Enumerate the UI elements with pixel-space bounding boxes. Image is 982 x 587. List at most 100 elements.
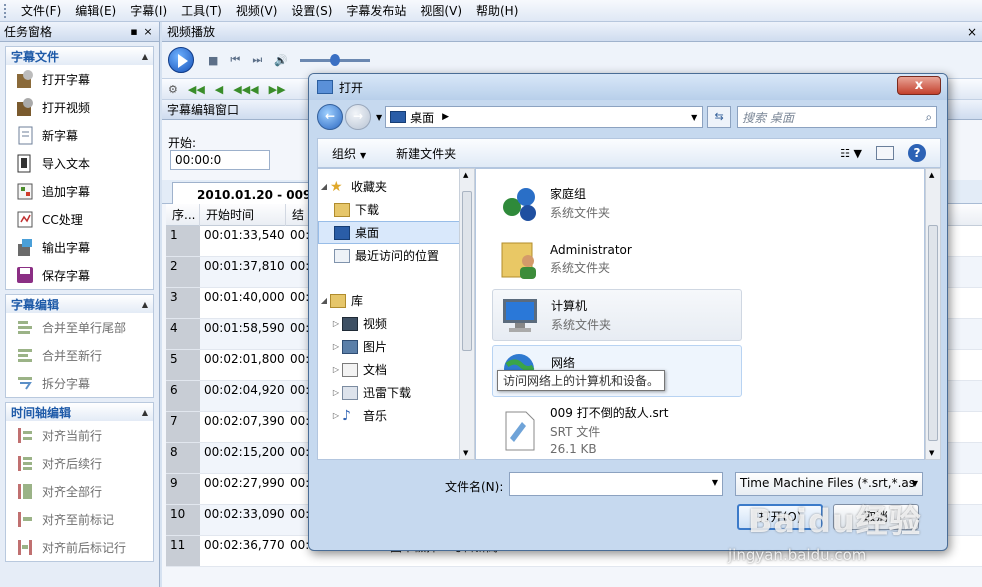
item-align-all[interactable]: 对齐全部行 — [6, 477, 153, 505]
nav-documents[interactable]: ▷ 文档 — [318, 358, 473, 381]
volume-slider[interactable] — [299, 53, 370, 66]
scroll-up-icon[interactable]: ▲ — [463, 171, 468, 179]
file-item-homegroup[interactable]: 家庭组 系统文件夹 — [492, 177, 742, 229]
item-append-subtitle[interactable]: 追加字幕 — [6, 177, 153, 205]
expand-arrow-icon[interactable]: ▷ — [330, 411, 342, 420]
refresh-button[interactable]: ⇆ — [707, 106, 732, 128]
rewind-icon[interactable]: ◀◀ — [188, 83, 205, 96]
collapse-icon[interactable]: ▲ — [142, 52, 148, 61]
breadcrumb-arrow-icon[interactable]: ▶ — [442, 112, 449, 122]
play-button[interactable] — [168, 47, 194, 73]
dialog-close-button[interactable]: x — [897, 76, 941, 95]
scroll-down-icon[interactable]: ▼ — [463, 449, 468, 457]
menu-edit[interactable]: 编辑(E) — [68, 0, 123, 22]
video-close-icon[interactable]: × — [967, 25, 977, 39]
scroll-thumb[interactable] — [462, 191, 472, 351]
nav-libraries[interactable]: ◢ 库 — [318, 289, 473, 312]
item-align-following[interactable]: 对齐后续行 — [6, 449, 153, 477]
nav-thunder-downloads[interactable]: ▷ 迅雷下载 — [318, 381, 473, 404]
item-open-subtitle[interactable]: 打开字幕 — [6, 65, 153, 93]
item-align-between-marks[interactable]: 对齐前后标记行 — [6, 533, 153, 561]
nav-favorites[interactable]: ◢ ★ 收藏夹 — [318, 175, 473, 198]
item-merge-line-end[interactable]: 合并至单行尾部 — [6, 313, 153, 341]
col-start[interactable]: 开始时间 — [200, 203, 286, 226]
settings-icon[interactable]: ⚙ — [168, 83, 178, 96]
item-new-subtitle[interactable]: 新字幕 — [6, 121, 153, 149]
row-start-time: 00:02:04,920 — [204, 383, 285, 397]
next-icon[interactable]: ⏭ — [252, 53, 262, 67]
menu-file[interactable]: 文件(F) — [14, 0, 68, 22]
expand-arrow-icon[interactable]: ▷ — [330, 388, 342, 397]
back-button[interactable]: ← — [317, 104, 343, 130]
back-fast-icon[interactable]: ◀◀◀ — [233, 83, 258, 96]
scroll-down-icon[interactable]: ▼ — [929, 449, 934, 457]
group-header[interactable]: 字幕文件 ▲ — [6, 47, 153, 65]
dialog-command-bar: 组织 ▼ 新建文件夹 ☷ ▼ ? — [317, 138, 941, 168]
menu-publish[interactable]: 字幕发布站 — [339, 0, 413, 22]
stop-icon[interactable]: ■ — [208, 54, 218, 67]
item-output-subtitle[interactable]: 输出字幕 — [6, 233, 153, 261]
file-item-administrator[interactable]: Administrator 系统文件夹 — [492, 233, 742, 285]
collapse-icon[interactable]: ▲ — [142, 300, 148, 309]
history-dropdown-icon[interactable]: ▼ — [376, 113, 382, 122]
menu-subtitle[interactable]: 字幕(I) — [123, 0, 174, 22]
task-pane-close-icon[interactable]: × — [141, 25, 155, 38]
nav-pictures[interactable]: ▷ 图片 — [318, 335, 473, 358]
filetype-select[interactable]: Time Machine Files (*.srt,*.as ▼ — [735, 472, 923, 496]
search-input[interactable]: 搜索 桌面 ⌕ — [737, 106, 938, 128]
nav-videos[interactable]: ▷ 视频 — [318, 312, 473, 335]
help-icon[interactable]: ? — [908, 144, 926, 162]
row-start-time: 00:01:40,000 — [204, 290, 285, 304]
menu-video[interactable]: 视频(V) — [229, 0, 285, 22]
view-options-icon[interactable]: ☷ ▼ — [840, 147, 862, 160]
menu-tools[interactable]: 工具(T) — [174, 0, 229, 22]
expand-arrow-icon[interactable]: ▷ — [330, 319, 342, 328]
menu-view[interactable]: 视图(V) — [413, 0, 469, 22]
menu-help[interactable]: 帮助(H) — [469, 0, 525, 22]
item-import-text[interactable]: 导入文本 — [6, 149, 153, 177]
start-time-input[interactable]: 00:00:0 — [170, 150, 270, 170]
expand-arrow-icon[interactable]: ▷ — [330, 365, 342, 374]
forward-button[interactable]: → — [345, 104, 371, 130]
prev-icon[interactable]: ⏮ — [230, 53, 240, 67]
volume-icon[interactable]: 🔊 — [274, 54, 288, 67]
navigation-scrollbar[interactable]: ▲ ▼ — [459, 168, 475, 460]
filename-dropdown-icon[interactable]: ▼ — [712, 478, 718, 487]
col-index[interactable]: 序... — [166, 203, 200, 226]
filename-input[interactable]: ▼ — [509, 472, 723, 496]
file-item-computer[interactable]: 计算机 系统文件夹 — [492, 289, 742, 341]
item-save-subtitle[interactable]: 保存字幕 — [6, 261, 153, 289]
collapse-arrow-icon[interactable]: ◢ — [318, 182, 330, 191]
file-list-scrollbar[interactable]: ▲ ▼ — [925, 168, 941, 460]
item-split-subtitle[interactable]: 拆分字幕 — [6, 369, 153, 397]
group-header[interactable]: 字幕编辑 ▲ — [6, 295, 153, 313]
scroll-up-icon[interactable]: ▲ — [929, 171, 934, 179]
pin-icon[interactable]: ▪ — [127, 25, 141, 38]
item-open-video[interactable]: 打开视频 — [6, 93, 153, 121]
collapse-icon[interactable]: ▲ — [142, 408, 148, 417]
organize-button[interactable]: 组织 ▼ — [332, 145, 366, 162]
forward-icon[interactable]: ▶▶ — [269, 83, 286, 96]
nav-downloads[interactable]: 下载 — [318, 198, 473, 221]
nav-desktop[interactable]: 桌面 — [318, 221, 467, 244]
nav-music[interactable]: ▷ ♪ 音乐 — [318, 404, 473, 427]
collapse-arrow-icon[interactable]: ◢ — [318, 296, 330, 305]
address-dropdown-icon[interactable]: ▼ — [686, 113, 702, 122]
preview-pane-icon[interactable] — [876, 146, 894, 160]
address-bar[interactable]: 桌面 ▶ ▼ — [385, 106, 704, 128]
expand-arrow-icon[interactable]: ▷ — [330, 342, 342, 351]
item-align-current[interactable]: 对齐当前行 — [6, 421, 153, 449]
file-item-srt[interactable]: 009 打不倒的敌人.srt SRT 文件 26.1 KB — [492, 401, 742, 459]
item-merge-new-line[interactable]: 合并至新行 — [6, 341, 153, 369]
search-icon[interactable]: ⌕ — [925, 110, 932, 125]
back-icon[interactable]: ◀ — [215, 83, 223, 96]
menu-settings[interactable]: 设置(S) — [284, 0, 339, 22]
cc-process-icon — [14, 208, 36, 230]
group-header[interactable]: 时间轴编辑 ▲ — [6, 403, 153, 421]
item-cc-process[interactable]: CC处理 — [6, 205, 153, 233]
new-folder-button[interactable]: 新建文件夹 — [396, 145, 456, 162]
item-align-prev-mark[interactable]: 对齐至前标记 — [6, 505, 153, 533]
scroll-thumb[interactable] — [928, 225, 938, 441]
import-text-icon — [14, 152, 36, 174]
nav-recent[interactable]: 最近访问的位置 — [318, 244, 473, 267]
